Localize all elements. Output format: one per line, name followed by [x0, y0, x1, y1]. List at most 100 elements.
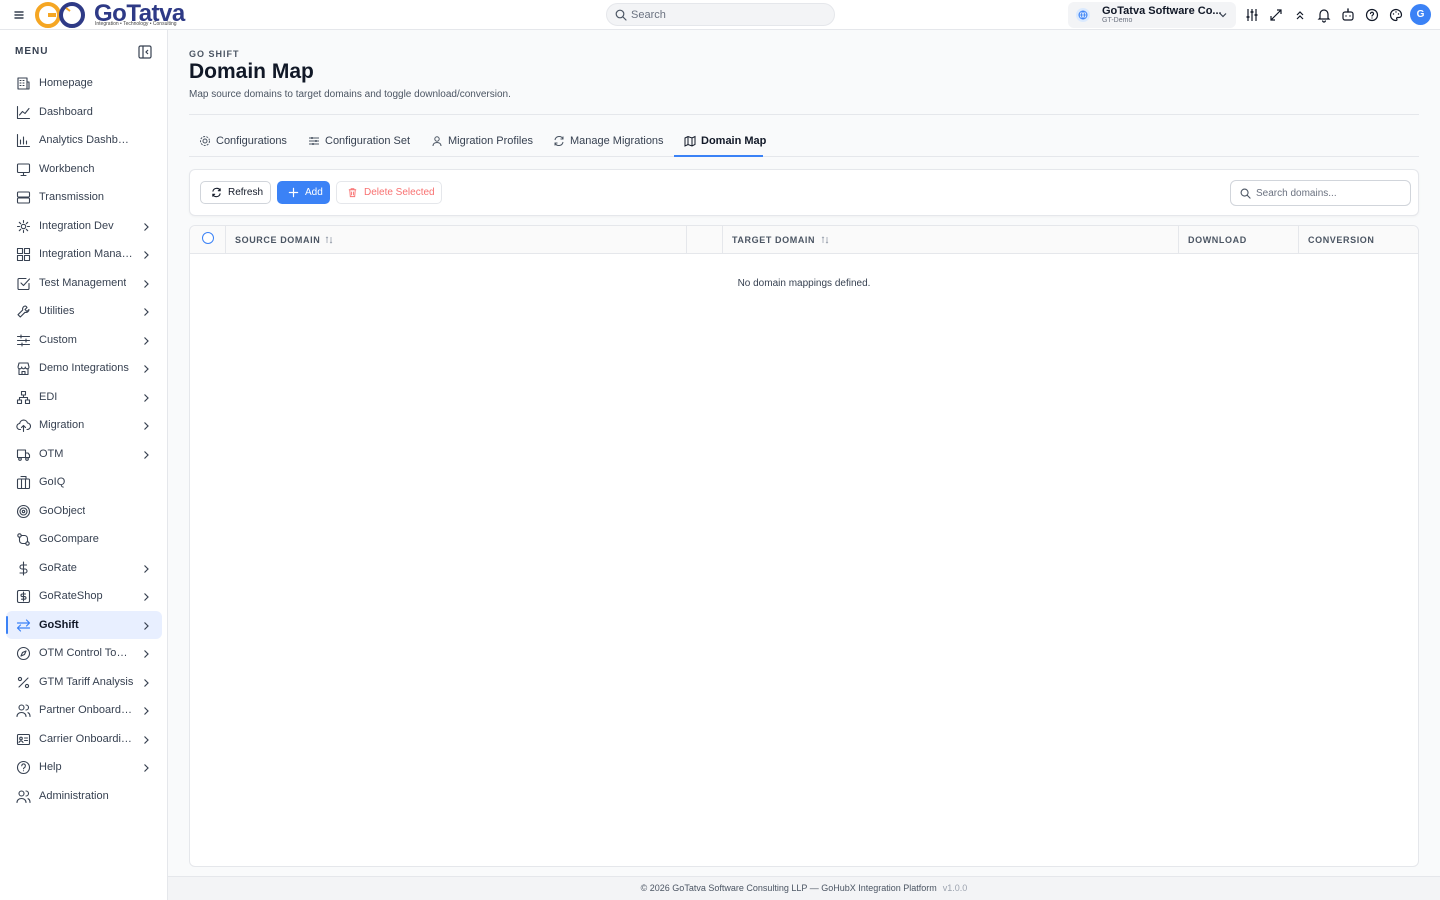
sidebar: MENU Homepage Dashboard Analytics Dashboar…: [0, 30, 168, 900]
sidebar-item-label: Custom: [39, 333, 77, 346]
tab-configuration-set[interactable]: Configuration Set: [298, 126, 416, 157]
arrows-swap-icon: [16, 618, 31, 633]
tab-label: Migration Profiles: [448, 135, 533, 147]
building-icon: [16, 76, 31, 91]
sidebar-item-label: GoShift: [39, 618, 79, 631]
search-icon: [1240, 188, 1251, 199]
sidebar-item-partner-onboarding[interactable]: Partner Onboarding: [6, 696, 162, 725]
sidebar-item-workbench[interactable]: Workbench: [6, 155, 162, 184]
sidebar-item-otm-control-tower[interactable]: OTM Control Tower: [6, 639, 162, 668]
sidebar-item-gorate[interactable]: GoRate: [6, 554, 162, 583]
sidebar-item-help[interactable]: Help: [6, 753, 162, 782]
chevron-right-icon: [142, 250, 150, 260]
sidebar-item-administration[interactable]: Administration: [6, 782, 162, 811]
sidebar-item-carrier-onboardin[interactable]: Carrier Onboardin...: [6, 725, 162, 754]
chevron-right-icon: [142, 621, 150, 631]
column-conversion: CONVERSION: [1299, 226, 1418, 254]
tab-migration-profiles[interactable]: Migration Profiles: [421, 126, 536, 157]
collapse-sidebar-icon[interactable]: [138, 45, 152, 59]
footer-copyright: © 2026 GoTatva Software Consulting LLP —…: [640, 883, 937, 893]
sidebar-item-homepage[interactable]: Homepage: [6, 69, 162, 98]
user-icon: [432, 136, 442, 147]
tab-configurations[interactable]: Configurations: [189, 126, 295, 157]
chevron-right-icon: [142, 763, 150, 773]
sidebar-item-label: EDI: [39, 390, 58, 403]
page-subtitle: Map source domains to target domains and…: [189, 89, 511, 100]
robot-icon[interactable]: [1340, 7, 1356, 23]
sidebar-item-label: Help: [39, 761, 62, 773]
sidebar-item-label: Migration: [39, 419, 85, 431]
sidebar-item-edi[interactable]: EDI: [6, 383, 162, 412]
help-circle-icon: [16, 760, 31, 775]
sidebar-item-label: Dashboard: [39, 105, 93, 118]
refresh-button[interactable]: Refresh: [200, 181, 271, 204]
server-icon: [16, 190, 31, 205]
percent-icon: [16, 675, 31, 690]
sidebar-item-otm[interactable]: OTM: [6, 440, 162, 469]
global-search[interactable]: [606, 3, 835, 26]
sliders-icon: [309, 137, 319, 145]
grid-icon: [16, 247, 31, 262]
line-chart-icon: [16, 105, 31, 120]
sidebar-item-label: Test Management: [39, 276, 127, 289]
sidebar-item-goiq[interactable]: GoIQ: [6, 468, 162, 497]
chevron-right-icon: [142, 421, 150, 431]
sidebar-item-transmission[interactable]: Transmission: [6, 183, 162, 212]
sidebar-item-integration-dev[interactable]: Integration Dev: [6, 212, 162, 241]
select-all-checkbox[interactable]: [202, 232, 214, 244]
sidebar-item-demo-integrations[interactable]: Demo Integrations: [6, 354, 162, 383]
bell-icon[interactable]: [1316, 7, 1332, 23]
tab-manage-migrations[interactable]: Manage Migrations: [543, 126, 665, 157]
sidebar-item-gtm-tariff-analysis[interactable]: GTM Tariff Analysis: [6, 668, 162, 697]
domain-search-input[interactable]: [1256, 186, 1404, 200]
sidebar-item-test-management[interactable]: Test Management: [6, 269, 162, 298]
sidebar-item-dashboard[interactable]: Dashboard: [6, 98, 162, 127]
sidebar-item-migration[interactable]: Migration: [6, 411, 162, 440]
hamburger-menu-icon[interactable]: [12, 8, 26, 22]
sidebar-item-gocompare[interactable]: GoCompare: [6, 525, 162, 554]
logo-tagline: Integration • Technology • Consulting: [95, 21, 177, 27]
app-logo[interactable]: GoTatva Integration • Technology • Consu…: [34, 0, 185, 29]
dollar-square-icon: [16, 589, 31, 604]
column-source-domain[interactable]: SOURCE DOMAIN: [226, 226, 687, 254]
sidebar-item-label: Integration Manag...: [39, 248, 134, 260]
sidebar-item-label: GTM Tariff Analysis: [39, 675, 134, 688]
trash-icon: [348, 188, 357, 198]
expand-icon[interactable]: [1268, 7, 1284, 23]
delete-selected-button[interactable]: Delete Selected: [336, 181, 442, 204]
add-button[interactable]: Add: [277, 181, 330, 204]
chevrons-up-icon[interactable]: [1292, 7, 1308, 23]
sort-icon: [325, 236, 333, 244]
tab-domain-map[interactable]: Domain Map: [674, 126, 766, 157]
logo-mark-icon: [35, 2, 85, 28]
chevron-right-icon: [142, 393, 150, 403]
sidebar-item-gorateshop[interactable]: GoRateShop: [6, 582, 162, 611]
column-target-domain[interactable]: TARGET DOMAIN: [723, 226, 1179, 254]
sidebar-item-goshift[interactable]: GoShift: [6, 610, 162, 639]
domain-search[interactable]: [1230, 180, 1411, 206]
globe-icon: [1076, 8, 1090, 22]
org-switcher[interactable]: GoTatva Software Co... GT-Demo: [1068, 2, 1236, 28]
sidebar-item-utilities[interactable]: Utilities: [6, 297, 162, 326]
sliders-icon[interactable]: [1244, 7, 1260, 23]
sidebar-item-label: Partner Onboarding: [39, 704, 134, 716]
sidebar-item-label: GoRate: [39, 561, 77, 574]
sidebar-item-goobject[interactable]: GoObject: [6, 497, 162, 526]
domain-map-table: SOURCE DOMAIN TARGET DOMAIN DOWNLOAD CON…: [189, 225, 1419, 867]
sidebar-item-analytics-dashboard[interactable]: Analytics Dashboard: [6, 126, 162, 155]
refresh-icon: [212, 187, 221, 198]
map-icon: [684, 135, 696, 147]
sidebar-item-label: Workbench: [39, 162, 95, 175]
sidebar-item-custom[interactable]: Custom: [6, 326, 162, 355]
empty-state-message: No domain mappings defined.: [737, 278, 871, 289]
user-avatar[interactable]: G: [1410, 4, 1431, 25]
chevron-right-icon: [142, 564, 150, 574]
global-search-input[interactable]: [631, 7, 826, 23]
sidebar-item-label: Integration Dev: [39, 219, 114, 232]
sidebar-item-integration-manag[interactable]: Integration Manag...: [6, 240, 162, 269]
help-circle-icon[interactable]: [1364, 7, 1380, 23]
target-icon: [16, 504, 31, 519]
chevron-right-icon: [142, 222, 150, 232]
palette-icon[interactable]: [1388, 7, 1404, 23]
users-icon: [16, 703, 31, 718]
